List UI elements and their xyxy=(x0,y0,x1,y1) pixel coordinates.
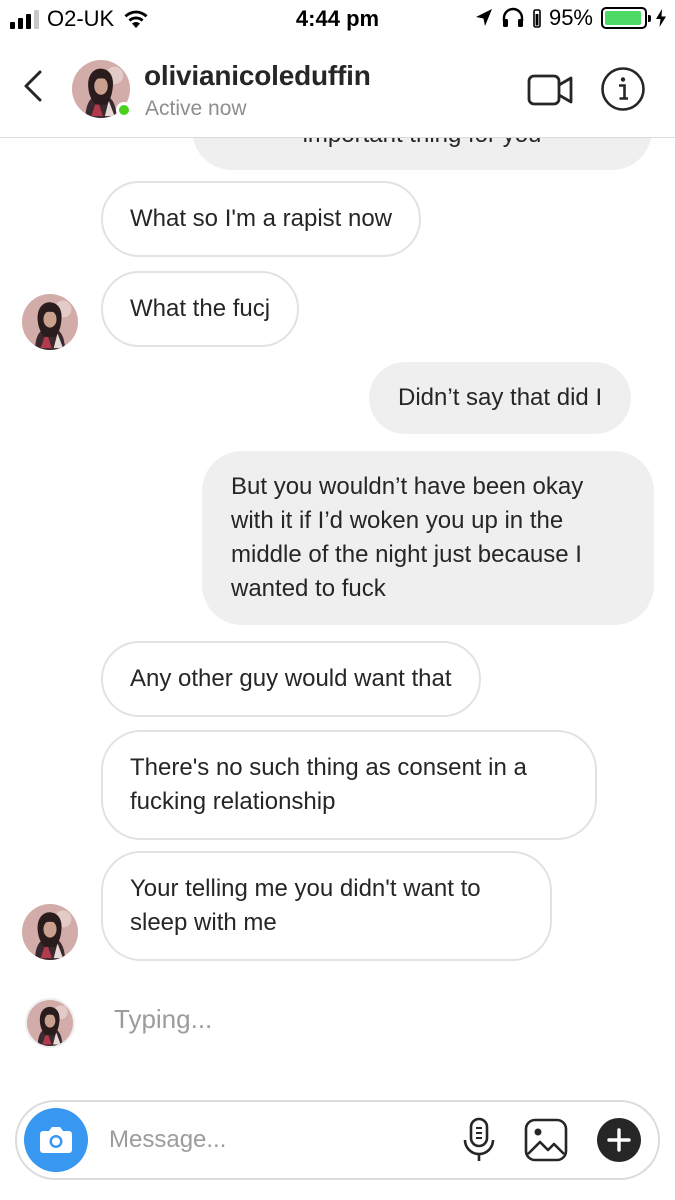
video-call-icon[interactable] xyxy=(526,70,574,110)
microphone-icon[interactable] xyxy=(459,1116,499,1164)
conversation-header: olivianicoleduffin Active now xyxy=(0,40,675,138)
location-arrow-icon xyxy=(475,9,492,26)
message-text: But you wouldn’t have been okay with it … xyxy=(231,473,584,602)
status-right: 95% xyxy=(475,5,667,31)
gallery-icon[interactable] xyxy=(523,1117,569,1163)
plus-button[interactable] xyxy=(597,1118,641,1162)
message-composer xyxy=(15,1100,660,1180)
camera-icon xyxy=(40,1127,72,1153)
message-bubble-incoming[interactable]: What so I'm a rapist now xyxy=(101,181,422,257)
typing-indicator: Typing... xyxy=(114,1004,213,1034)
header-avatar[interactable] xyxy=(72,60,132,118)
camera-button[interactable] xyxy=(24,1108,88,1172)
battery-level-small-icon xyxy=(533,9,541,28)
battery-percent: 95% xyxy=(548,5,593,30)
sender-avatar[interactable] xyxy=(22,294,78,350)
back-chevron-icon[interactable] xyxy=(14,64,54,108)
headphones-icon xyxy=(502,7,524,27)
message-bubble-incoming[interactable]: Any other guy would want that xyxy=(101,641,481,717)
charging-icon xyxy=(656,9,666,27)
message-bubble-incoming[interactable]: Your telling me you didn't want to sleep… xyxy=(101,851,552,961)
online-status-dot xyxy=(116,102,132,118)
message-text: Any other guy would want that xyxy=(130,665,452,692)
message-text: Your telling me you didn't want to sleep… xyxy=(130,875,481,936)
message-text: What so I'm a rapist now xyxy=(130,205,393,232)
message-bubble-outgoing[interactable]: But you wouldn’t have been okay with it … xyxy=(202,451,654,625)
message-bubble-outgoing[interactable]: Didn’t say that did I xyxy=(369,362,632,434)
battery-icon xyxy=(601,7,651,29)
info-icon[interactable] xyxy=(600,66,646,112)
message-text: Didn’t say that did I xyxy=(398,384,603,411)
message-bubble-incoming[interactable]: What the fucj xyxy=(101,271,300,347)
message-input[interactable] xyxy=(109,1120,429,1160)
sender-avatar[interactable] xyxy=(22,904,78,960)
message-text: What the fucj xyxy=(130,295,271,322)
header-active-status: Active now xyxy=(145,97,247,120)
typing-avatar xyxy=(25,998,75,1048)
header-username[interactable]: olivianicoleduffin xyxy=(144,60,371,92)
battery-fill xyxy=(605,11,642,25)
plus-icon xyxy=(607,1128,631,1152)
status-bar: O2-UK 4:44 pm 95% xyxy=(0,0,675,40)
message-bubble-incoming[interactable]: There's no such thing as consent in a fu… xyxy=(101,730,597,840)
message-text: There's no such thing as consent in a fu… xyxy=(130,754,527,815)
